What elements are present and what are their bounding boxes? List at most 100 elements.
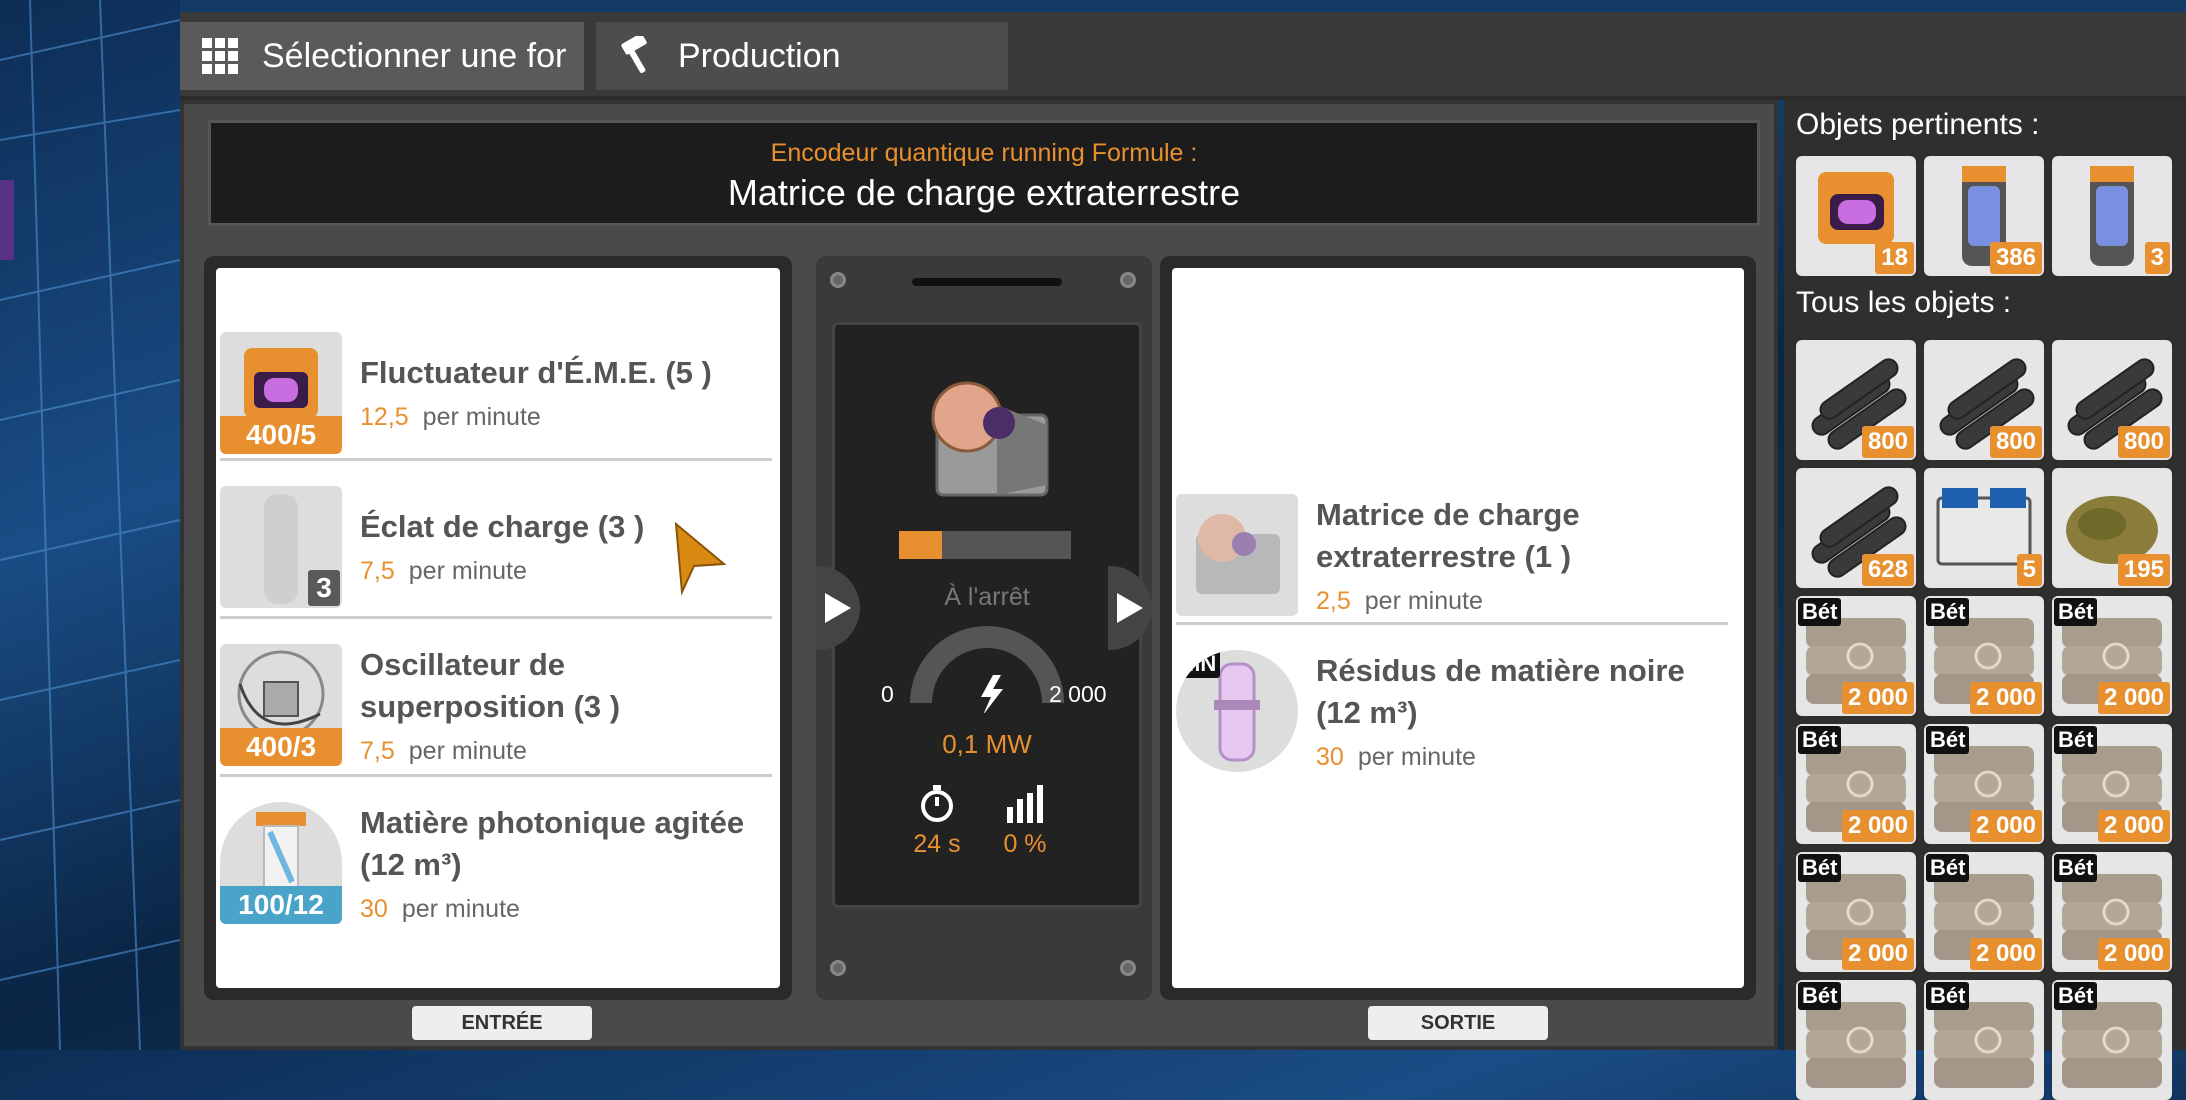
superposition-oscillator-icon: 400/3 — [220, 644, 342, 766]
stopwatch-icon — [921, 785, 953, 822]
stock-badge: 100/12 — [220, 886, 342, 924]
photonic-matter-icon: 100/12 — [220, 802, 342, 924]
item-tag: Bét — [1798, 854, 1842, 882]
item-count: 18 — [1875, 242, 1914, 274]
item-count: 628 — [1861, 554, 1914, 586]
screw — [830, 272, 846, 288]
item-tile[interactable]: 3 — [2052, 156, 2172, 276]
formula-title: Matrice de charge extraterrestre — [727, 172, 1241, 213]
machine-screen: À l'arrêt 0 2 000 0,1 MW 24 s 0 % — [832, 322, 1142, 908]
power-gauge — [910, 626, 1064, 713]
item-tile[interactable]: 195 — [2052, 468, 2172, 588]
output-item[interactable]: Matrice de charge extraterrestre (1 ) 2,5… — [1176, 476, 1728, 620]
gauge-max-label: 2 000 — [1049, 681, 1107, 707]
item-tile[interactable]: 800 — [1924, 340, 2044, 460]
tab-label: Production — [678, 36, 841, 75]
grid-icon — [200, 36, 240, 76]
item-tile[interactable]: Bét 2 000 — [1924, 596, 2044, 716]
stock-badge: 400/3 — [220, 728, 342, 766]
machine-column: À l'arrêt 0 2 000 0,1 MW 24 s 0 % — [816, 256, 1152, 1000]
concrete-bag-icon — [1924, 1002, 2044, 1100]
screw — [830, 960, 846, 976]
item-tile[interactable]: Bét — [2052, 980, 2172, 1100]
divider — [220, 774, 772, 777]
item-count: 2 000 — [1841, 938, 1914, 970]
item-tile[interactable]: Bét — [1796, 980, 1916, 1100]
item-count: 2 000 — [1969, 682, 2042, 714]
machine-status: À l'arrêt — [944, 583, 1030, 611]
item-tile[interactable]: Bét 2 000 — [1796, 596, 1916, 716]
eme-fluctuator-icon: 400/5 — [220, 332, 342, 454]
item-tag: Bét — [1926, 598, 1970, 626]
output-list: Matrice de charge extraterrestre (1 ) 2,5… — [1172, 268, 1744, 988]
screw — [1120, 272, 1136, 288]
item-tile[interactable]: Bét 2 000 — [2052, 852, 2172, 972]
dark-matter-residue-icon: MN — [1176, 650, 1298, 772]
item-count: 2 000 — [2097, 810, 2170, 842]
item-tile[interactable]: 628 — [1796, 468, 1916, 588]
item-count: 2 000 — [1969, 810, 2042, 842]
item-tile[interactable]: 800 — [2052, 340, 2172, 460]
item-count: 2 000 — [1969, 938, 2042, 970]
item-tile[interactable]: 5 — [1924, 468, 2044, 588]
item-tile[interactable]: 18 — [1796, 156, 1916, 276]
item-tile[interactable]: 386 — [1924, 156, 2044, 276]
output-item[interactable]: MN Résidus de matière noire (12 m³) 30 per… — [1176, 632, 1728, 776]
tab-label: Sélectionner une for — [262, 36, 567, 75]
input-item[interactable]: 400/5 Fluctuateur d'É.M.E. (5 ) 12,5 per m… — [220, 314, 772, 458]
concrete-bag-icon — [1796, 1002, 1916, 1100]
background-structure — [0, 0, 180, 1050]
item-tile[interactable]: 800 — [1796, 340, 1916, 460]
input-item[interactable]: 400/3 Oscillateur de superposition (3 ) 7… — [220, 626, 772, 770]
stock-badge: 400/5 — [220, 416, 342, 454]
machine-slot — [912, 278, 1062, 286]
item-tile[interactable]: Bét 2 000 — [1924, 852, 2044, 972]
item-tag: Bét — [1798, 726, 1842, 754]
lightning-icon — [981, 675, 1003, 713]
tab-select-formula[interactable]: Sélectionner une for — [180, 22, 584, 90]
input-item[interactable]: 100/12 Matière photonique agitée (12 m³)… — [220, 784, 772, 928]
input-list: 400/5 Fluctuateur d'É.M.E. (5 ) 12,5 per m… — [216, 268, 780, 988]
item-tile[interactable]: Bét — [1924, 980, 2044, 1100]
item-tile[interactable]: Bét 2 000 — [2052, 596, 2172, 716]
mouse-cursor-icon — [674, 521, 727, 596]
input-name: Oscillateur de superposition (3 ) 7,5 per … — [360, 647, 621, 765]
output-arrow[interactable] — [1108, 566, 1152, 650]
production-panel: Encodeur quantique running Formule : Mat… — [180, 100, 1778, 1050]
input-name: Matière photonique agitée (12 m³) 30 per m… — [360, 805, 745, 923]
bar-chart-icon — [1007, 785, 1043, 823]
item-tag: Bét — [1926, 726, 1970, 754]
background-top — [180, 0, 2186, 12]
tab-production[interactable]: Production — [596, 22, 1008, 90]
item-count: 5 — [2016, 554, 2042, 586]
input-column: 400/5 Fluctuateur d'É.M.E. (5 ) 12,5 per m… — [204, 256, 792, 1000]
divider — [220, 616, 772, 619]
quantum-encoder-icon — [931, 381, 1049, 497]
alien-charge-matrix-icon — [1176, 494, 1298, 616]
item-tile[interactable]: Bét 2 000 — [1796, 724, 1916, 844]
relevant-items-title: Objets pertinents : — [1796, 108, 2040, 141]
output-column: Matrice de charge extraterrestre (1 ) 2,5… — [1160, 256, 1756, 1000]
hammer-icon — [616, 36, 656, 76]
count-badge: 3 — [308, 570, 340, 606]
item-tile[interactable]: Bét 2 000 — [1924, 724, 2044, 844]
item-count: 386 — [1989, 242, 2042, 274]
item-tag: Bét — [2054, 982, 2098, 1010]
item-count: 2 000 — [2097, 682, 2170, 714]
output-name: Résidus de matière noire (12 m³) 30 per mi… — [1316, 653, 1685, 771]
progress-bar — [899, 531, 1071, 559]
concrete-bag-icon — [2052, 1002, 2172, 1100]
cycle-time-stat: 24 s — [887, 785, 987, 859]
charge-shard-icon: 3 — [220, 486, 342, 608]
item-tile[interactable]: Bét 2 000 — [1796, 852, 1916, 972]
formula-subtitle: Encodeur quantique running Formule : — [770, 139, 1198, 167]
items-sidebar: Objets pertinents : 18 386 3 Tous les obje… — [1784, 100, 2186, 1100]
cycle-time-value: 24 s — [913, 830, 961, 858]
input-label[interactable]: ENTRÉE — [412, 1006, 592, 1040]
all-items-title: Tous les objets : — [1796, 286, 2012, 319]
item-count: 2 000 — [1841, 810, 1914, 842]
gauge-min-label: 0 — [881, 681, 894, 707]
item-tile[interactable]: Bét 2 000 — [2052, 724, 2172, 844]
output-label[interactable]: SORTIE — [1368, 1006, 1548, 1040]
progress-fill — [899, 531, 942, 559]
